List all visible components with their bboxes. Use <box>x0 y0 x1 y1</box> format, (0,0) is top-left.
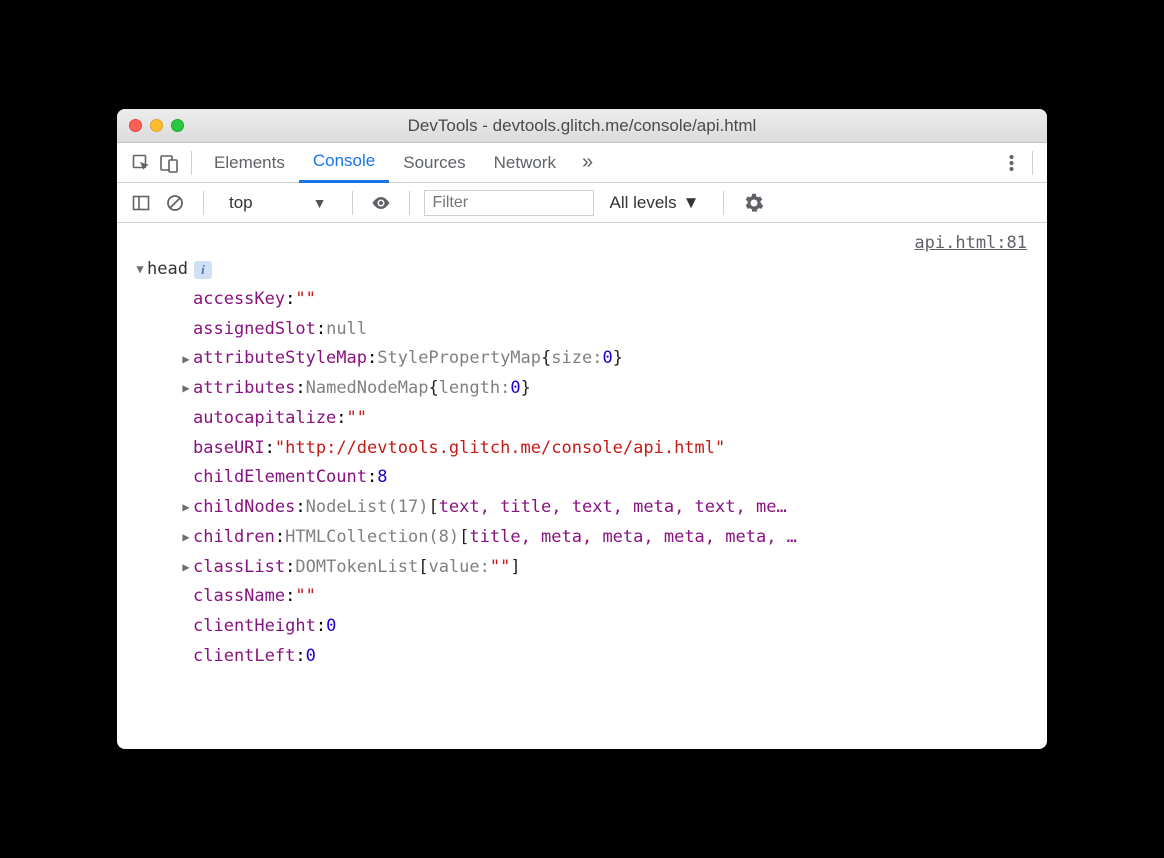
separator <box>352 191 353 215</box>
property-row[interactable]: classList: DOMTokenList [value: ""] <box>133 553 1043 583</box>
property-row[interactable]: assignedSlot: null <box>133 315 1043 345</box>
context-selector[interactable]: top ▼ <box>218 190 338 216</box>
separator <box>1032 151 1033 175</box>
tab-sources[interactable]: Sources <box>389 143 479 183</box>
property-value: "" <box>295 582 315 612</box>
settings-gear-icon[interactable] <box>738 193 770 213</box>
separator <box>723 191 724 215</box>
property-key: attributes <box>193 374 295 404</box>
object-name: head <box>147 255 188 285</box>
chevron-down-icon: ▼ <box>313 195 327 211</box>
property-row[interactable]: childElementCount: 8 <box>133 463 1043 493</box>
property-value: "" <box>295 285 315 315</box>
expand-arrow-icon[interactable] <box>133 259 147 280</box>
live-expression-icon[interactable] <box>367 189 395 217</box>
source-link[interactable]: api.html:81 <box>914 229 1027 259</box>
expand-arrow-icon[interactable] <box>179 349 193 370</box>
devtools-tabbar: ElementsConsoleSourcesNetwork » <box>117 143 1047 183</box>
devtools-window: DevTools - devtools.glitch.me/console/ap… <box>117 109 1047 749</box>
separator <box>191 151 192 175</box>
separator <box>203 191 204 215</box>
chevron-down-icon: ▼ <box>683 193 700 213</box>
sidebar-toggle-icon[interactable] <box>127 189 155 217</box>
property-key: attributeStyleMap <box>193 344 367 374</box>
object-root-row[interactable]: head i <box>133 255 1043 285</box>
property-key: clientHeight <box>193 612 316 642</box>
more-tabs-button[interactable]: » <box>576 151 599 174</box>
property-row[interactable]: accessKey: "" <box>133 285 1043 315</box>
property-key: accessKey <box>193 285 285 315</box>
property-row[interactable]: attributes: NamedNodeMap {length: 0} <box>133 374 1043 404</box>
property-row[interactable]: children: HTMLCollection(8) [title, meta… <box>133 523 1043 553</box>
tab-console[interactable]: Console <box>299 143 389 183</box>
property-value: 0 <box>306 642 316 672</box>
inspect-element-icon[interactable] <box>127 149 155 177</box>
property-value: 0 <box>326 612 336 642</box>
device-toolbar-icon[interactable] <box>155 149 183 177</box>
kebab-menu-icon[interactable] <box>1001 153 1022 173</box>
property-key: assignedSlot <box>193 315 316 345</box>
info-badge-icon[interactable]: i <box>194 261 212 279</box>
property-key: childElementCount <box>193 463 367 493</box>
context-value: top <box>229 193 253 213</box>
tab-network[interactable]: Network <box>480 143 570 183</box>
property-value: "" <box>347 404 367 434</box>
property-value: null <box>326 315 367 345</box>
property-key: baseURI <box>193 434 265 464</box>
property-row[interactable]: clientHeight: 0 <box>133 612 1043 642</box>
tab-elements[interactable]: Elements <box>200 143 299 183</box>
property-row[interactable]: attributeStyleMap: StylePropertyMap {siz… <box>133 344 1043 374</box>
property-key: children <box>193 523 275 553</box>
property-key: childNodes <box>193 493 295 523</box>
separator <box>409 191 410 215</box>
property-key: clientLeft <box>193 642 295 672</box>
property-key: autocapitalize <box>193 404 336 434</box>
levels-label: All levels <box>610 193 677 213</box>
filter-input[interactable] <box>424 190 594 216</box>
console-toolbar: top ▼ All levels ▼ <box>117 183 1047 223</box>
expand-arrow-icon[interactable] <box>179 557 193 578</box>
expand-arrow-icon[interactable] <box>179 378 193 399</box>
property-row[interactable]: childNodes: NodeList(17) [text, title, t… <box>133 493 1043 523</box>
property-row[interactable]: autocapitalize: "" <box>133 404 1043 434</box>
expand-arrow-icon[interactable] <box>179 497 193 518</box>
clear-console-icon[interactable] <box>161 189 189 217</box>
property-row[interactable]: baseURI: "http://devtools.glitch.me/cons… <box>133 434 1043 464</box>
property-value: "http://devtools.glitch.me/console/api.h… <box>275 434 725 464</box>
expand-arrow-icon[interactable] <box>179 527 193 548</box>
console-output: api.html:81 head i accessKey: ""assigned… <box>117 223 1047 749</box>
titlebar: DevTools - devtools.glitch.me/console/ap… <box>117 109 1047 143</box>
property-row[interactable]: clientLeft: 0 <box>133 642 1043 672</box>
property-value: 8 <box>377 463 387 493</box>
property-row[interactable]: className: "" <box>133 582 1043 612</box>
window-title: DevTools - devtools.glitch.me/console/ap… <box>117 116 1047 136</box>
property-key: classList <box>193 553 285 583</box>
property-key: className <box>193 582 285 612</box>
log-levels-select[interactable]: All levels ▼ <box>600 193 710 213</box>
